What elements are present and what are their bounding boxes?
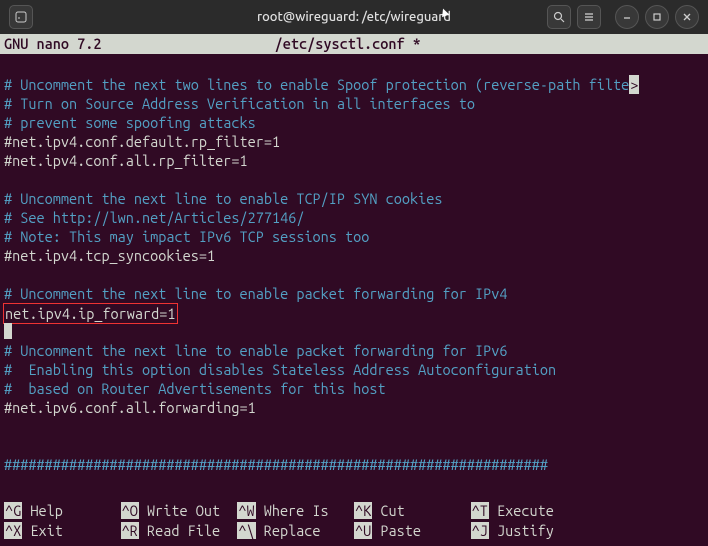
shortcut-whereis: ^W Where Is <box>237 501 354 520</box>
close-icon <box>682 12 692 22</box>
terminal-icon <box>15 11 27 23</box>
shortcut-justify: ^J Justify <box>471 521 588 540</box>
editor-viewport[interactable]: # Uncomment the next two lines to enable… <box>0 54 708 474</box>
editor-line: #net.ipv4.conf.default.rp_filter=1 <box>4 132 704 151</box>
editor-line <box>4 265 704 284</box>
nano-app-name: GNU nano 7.2 <box>4 34 101 54</box>
editor-line: # See http://lwn.net/Articles/277146/ <box>4 208 704 227</box>
maximize-button[interactable] <box>645 5 669 29</box>
shortcut-execute: ^T Execute <box>471 501 588 520</box>
hamburger-icon <box>583 11 595 23</box>
editor-line: # Uncomment the next two lines to enable… <box>4 75 704 94</box>
highlighted-setting: net.ipv4.ip_forward=1 <box>3 303 178 324</box>
editor-line-highlighted: net.ipv4.ip_forward=1 <box>4 303 704 322</box>
shortcut-help: ^G Help <box>4 501 121 520</box>
new-tab-button[interactable] <box>9 5 33 29</box>
minimize-icon <box>622 12 632 22</box>
minimize-button[interactable] <box>615 5 639 29</box>
editor-line: # Uncomment the next line to enable pack… <box>4 284 704 303</box>
search-icon <box>553 11 565 23</box>
editor-line: #net.ipv4.tcp_syncookies=1 <box>4 246 704 265</box>
shortcut-exit: ^X Exit <box>4 521 121 540</box>
menu-button[interactable] <box>577 5 601 29</box>
editor-line <box>4 170 704 189</box>
editor-line <box>4 417 704 436</box>
nano-filename: /etc/sysctl.conf * <box>101 34 594 54</box>
editor-line: # Uncomment the next line to enable pack… <box>4 341 704 360</box>
editor-line: # based on Router Advertisements for thi… <box>4 379 704 398</box>
window-titlebar: root@wireguard: /etc/wireguard ▲ <box>0 0 708 34</box>
nano-shortcut-bar: ^G Help ^O Write Out ^W Where Is ^K Cut … <box>0 499 708 546</box>
editor-line <box>4 56 704 75</box>
shortcut-paste: ^U Paste <box>354 521 471 540</box>
editor-line: # Turn on Source Address Verification in… <box>4 94 704 113</box>
text-cursor <box>4 323 12 339</box>
nano-header-bar: GNU nano 7.2 /etc/sysctl.conf * <box>0 34 708 54</box>
maximize-icon <box>652 12 662 22</box>
shortcut-writeout: ^O Write Out <box>121 501 238 520</box>
shortcut-readfile: ^R Read File <box>121 521 238 540</box>
editor-line: #net.ipv4.conf.all.rp_filter=1 <box>4 151 704 170</box>
editor-line <box>4 322 704 341</box>
search-button[interactable] <box>547 5 571 29</box>
close-button[interactable] <box>675 5 699 29</box>
editor-line: ########################################… <box>4 455 704 474</box>
editor-line: # Uncomment the next line to enable TCP/… <box>4 189 704 208</box>
window-title: root@wireguard: /etc/wireguard <box>257 8 451 27</box>
shortcut-cut: ^K Cut <box>354 501 471 520</box>
editor-line: #net.ipv6.conf.all.forwarding=1 <box>4 398 704 417</box>
editor-line <box>4 436 704 455</box>
editor-line: # Enabling this option disables Stateles… <box>4 360 704 379</box>
editor-line: # Note: This may impact IPv6 TCP session… <box>4 227 704 246</box>
editor-line: # prevent some spoofing attacks <box>4 113 704 132</box>
shortcut-replace: ^\ Replace <box>237 521 354 540</box>
line-continuation-icon: > <box>629 75 639 94</box>
